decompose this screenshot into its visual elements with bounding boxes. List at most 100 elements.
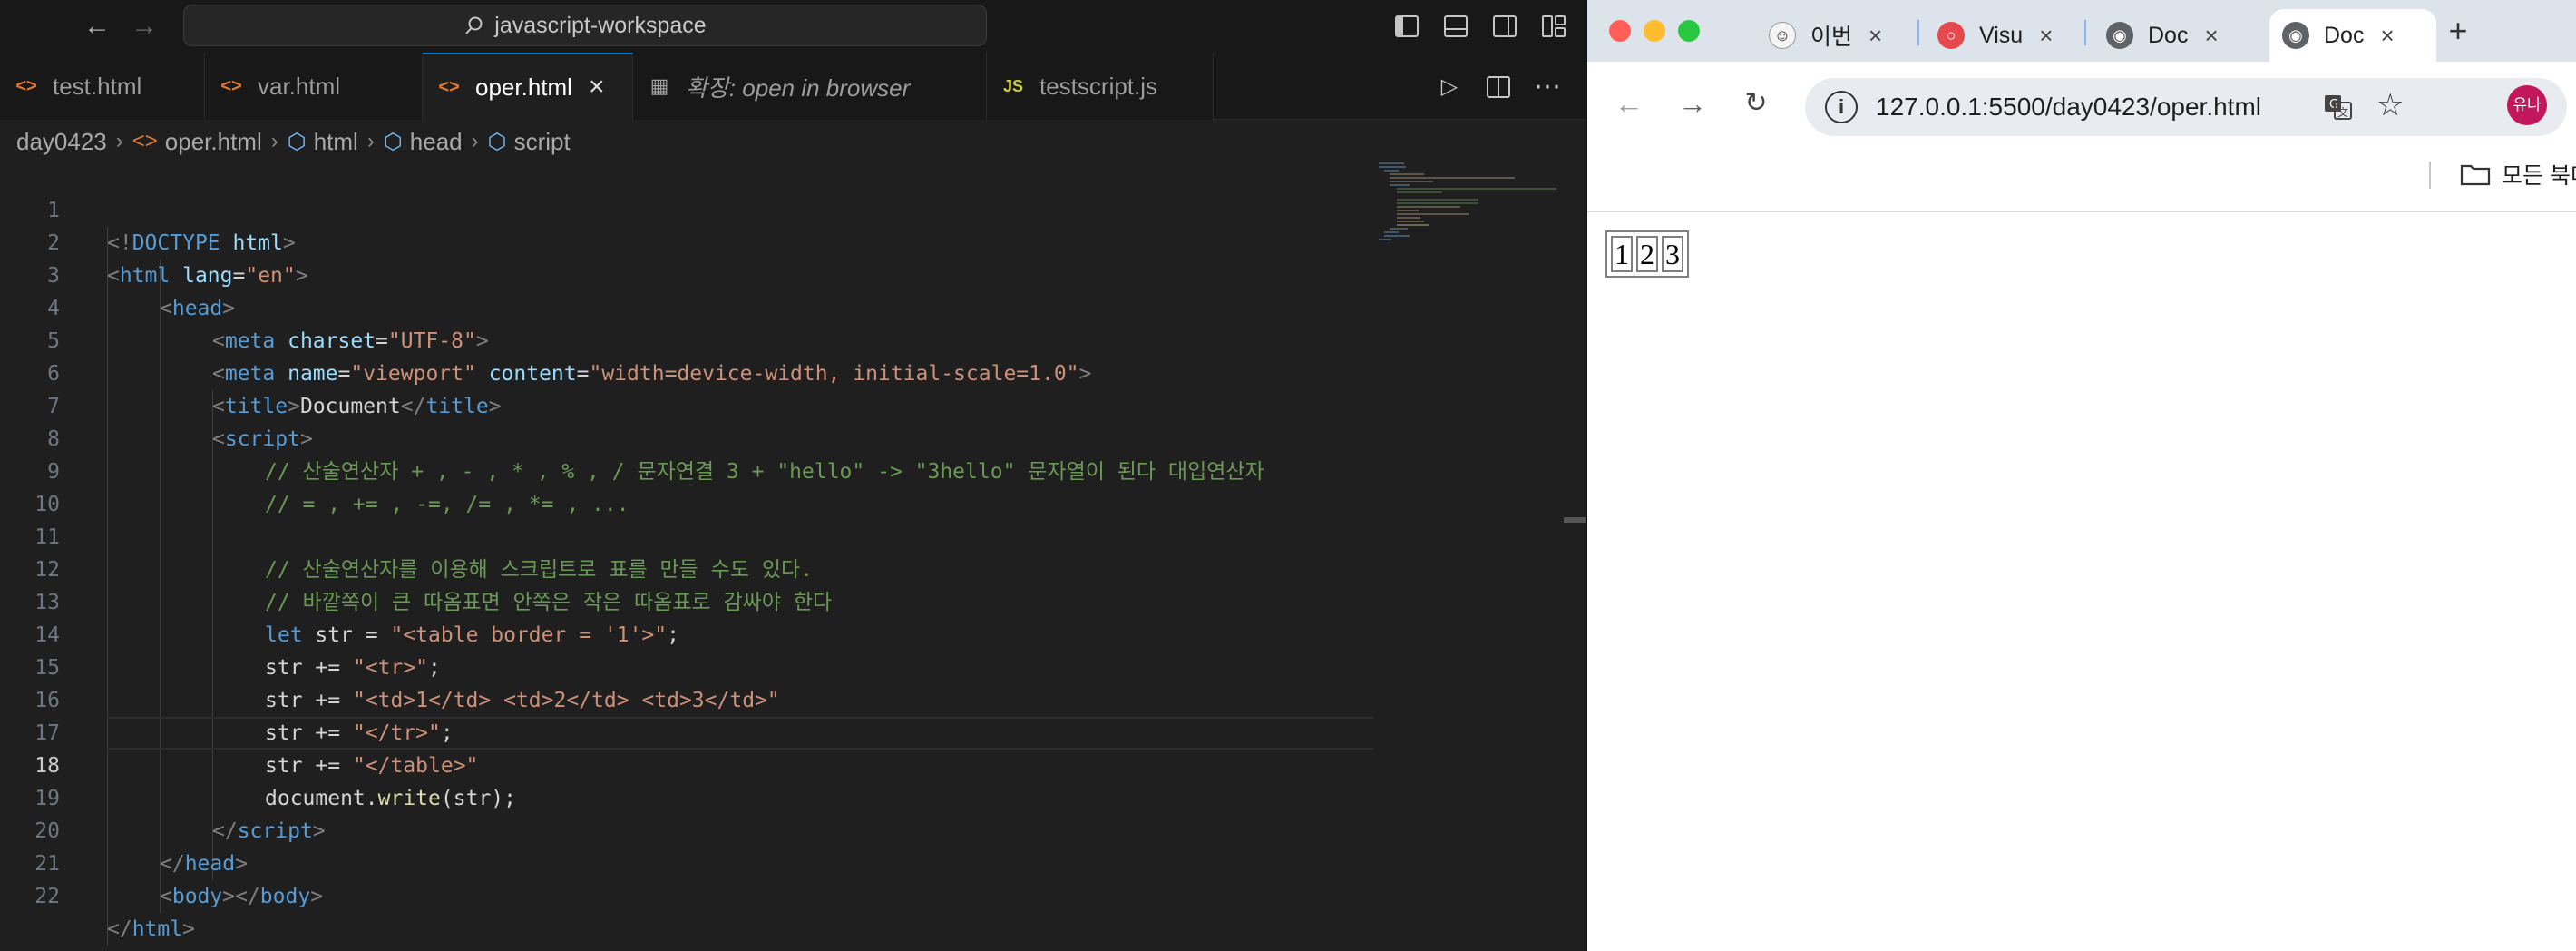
ghost-favicon-icon: ☺: [1769, 22, 1796, 49]
chevron-right-icon: ›: [366, 129, 375, 153]
search-icon: [465, 16, 483, 34]
profile-avatar[interactable]: 유나: [2507, 85, 2547, 125]
folder-icon: [2460, 164, 2491, 186]
browser-tab-label: Doc: [2148, 22, 2189, 48]
globe-icon: ◉: [2282, 22, 2309, 49]
command-center-label: javascript-workspace: [494, 12, 707, 38]
code-line: 10: [0, 456, 1379, 516]
browser-window: ☺ 이번 × ○ Visu × ◉ Doc × ◉ Doc × + ← → ↻ …: [1587, 0, 2576, 951]
browser-tab-label: Doc: [2324, 22, 2365, 48]
zoom-window-button[interactable]: [1678, 20, 1700, 42]
editor-tab-bar: <> test.html <> var.html <> oper.html × …: [0, 53, 1586, 120]
breadcrumb-file[interactable]: <> oper.html: [132, 128, 262, 156]
code-line: 1 <!DOCTYPE html>: [0, 162, 1379, 255]
bookmarks-divider: [2429, 162, 2431, 189]
rendered-table: 1 2 3: [1605, 230, 1689, 278]
browser-tab-strip: ☺ 이번 × ○ Visu × ◉ Doc × ◉ Doc × +: [1587, 0, 2576, 62]
tab-label: testscript.js: [1039, 72, 1158, 100]
command-center-search[interactable]: javascript-workspace: [183, 5, 987, 46]
tab-testscript-js[interactable]: JS testscript.js: [987, 53, 1214, 120]
close-window-button[interactable]: [1609, 20, 1631, 42]
tab-extension-open-in-browser[interactable]: ▦ 확장: open in browser: [633, 53, 987, 120]
code-line: 8 // 산술연산자 + , - , * , % , / 문자연결 3 + "h…: [0, 390, 1379, 484]
html-file-icon: <>: [132, 129, 158, 153]
tab-var-html[interactable]: <> var.html: [205, 53, 423, 120]
code-line: 16 str += "</tr>";: [0, 652, 1379, 745]
close-tab-icon[interactable]: ×: [589, 72, 605, 103]
scrollbar-marker[interactable]: [1564, 517, 1586, 523]
tab-divider: [2084, 20, 2086, 45]
site-info-icon[interactable]: i: [1825, 91, 1858, 123]
code-line: 3 <head>: [0, 227, 1379, 320]
all-bookmarks-folder[interactable]: 모든 북마: [2460, 158, 2576, 191]
page-content: 1 2 3: [1587, 214, 2576, 951]
vscode-window: ← → javascript-workspace <> test.html <>…: [0, 0, 1586, 951]
close-tab-icon[interactable]: ×: [1869, 22, 1882, 50]
tab-test-html[interactable]: <> test.html: [0, 53, 205, 120]
tab-label: var.html: [258, 72, 341, 100]
code-line: 21 <body></body>: [0, 815, 1379, 908]
browser-tab[interactable]: ○ Visu ×: [1937, 9, 2097, 62]
browser-tab[interactable]: ☺ 이번 ×: [1769, 9, 1928, 62]
toggle-panel-icon[interactable]: [1442, 13, 1469, 40]
code-line: 6 <title>Document</title>: [0, 325, 1379, 418]
code-line: 20 </head>: [0, 782, 1379, 876]
breadcrumb: day0423 › <> oper.html › ⬡ html › ⬡ head › …: [0, 122, 1586, 162]
code-line: 5 <meta name="viewport" content="width=d…: [0, 292, 1379, 386]
more-actions-icon[interactable]: ⋯: [1531, 71, 1564, 103]
run-icon[interactable]: ▷: [1433, 71, 1466, 103]
table-row: 1 2 3: [1611, 236, 1683, 272]
address-bar[interactable]: i 127.0.0.1:5500/day0423/oper.html G文 ☆: [1805, 78, 2567, 136]
chevron-right-icon: ›: [471, 129, 479, 153]
bookmark-star-icon[interactable]: ☆: [2376, 87, 2404, 123]
back-arrow-icon[interactable]: ←: [82, 11, 112, 42]
js-file-icon: JS: [1002, 76, 1024, 95]
code-line: 12 // 바깥쪽이 큰 따옴표면 안쪽은 작은 따옴표로 감싸야 한다: [0, 521, 1379, 614]
close-tab-icon[interactable]: ×: [2204, 22, 2218, 50]
toggle-primary-sidebar-icon[interactable]: [1393, 13, 1420, 40]
code-editor[interactable]: 1 <!DOCTYPE html> 2 <html lang="en"> 3 <…: [0, 162, 1586, 951]
browser-tab-active[interactable]: ◉ Doc ×: [2269, 9, 2436, 62]
new-tab-button[interactable]: +: [2440, 13, 2476, 49]
close-tab-icon[interactable]: ×: [2039, 22, 2053, 50]
globe-icon: ◉: [2106, 22, 2133, 49]
tab-label: test.html: [53, 72, 142, 100]
code-line: 13 let str = "<table border = '1'>";: [0, 554, 1379, 647]
code-line: 9 // = , += , -=, /= , *= , ...: [0, 423, 1379, 516]
breadcrumb-folder[interactable]: day0423: [16, 128, 107, 156]
split-editor-icon[interactable]: [1482, 71, 1515, 103]
breadcrumb-html[interactable]: ⬡ html: [288, 128, 358, 156]
tab-label: 확장: open in browser: [686, 74, 911, 102]
browser-tab[interactable]: ◉ Doc ×: [2106, 9, 2266, 62]
forward-arrow-icon[interactable]: →: [129, 11, 160, 42]
browser-tab-label: 이번: [1810, 25, 1853, 50]
reload-icon[interactable]: ↻: [1738, 85, 1774, 122]
back-icon[interactable]: ←: [1611, 85, 1647, 122]
code-line: 2 <html lang="en">: [0, 194, 1379, 288]
code-line: 22 </html>: [0, 848, 1379, 941]
browser-tab-label: Visu: [1979, 22, 2024, 48]
html-file-icon: <>: [15, 75, 37, 96]
breadcrumb-script[interactable]: ⬡ script: [488, 128, 571, 156]
tab-label: oper.html: [475, 73, 572, 101]
title-bar: ← → javascript-workspace: [0, 0, 1586, 53]
html-file-icon: <>: [438, 76, 460, 97]
forward-icon[interactable]: →: [1674, 85, 1711, 122]
toggle-secondary-sidebar-icon[interactable]: [1491, 13, 1518, 40]
code-line: 19 </script>: [0, 750, 1379, 843]
minimap[interactable]: [1379, 162, 1560, 270]
customize-layout-icon[interactable]: [1540, 13, 1567, 40]
bookmarks-bar: [1587, 156, 2576, 212]
table-cell: 2: [1636, 236, 1658, 272]
tab-oper-html[interactable]: <> oper.html ×: [423, 53, 633, 120]
code-line: 14 str += "<tr>";: [0, 586, 1379, 680]
close-tab-icon[interactable]: ×: [2380, 22, 2394, 50]
code-line: 7 <script>: [0, 358, 1379, 451]
code-line: 17 str += "</table>": [0, 684, 1379, 778]
breadcrumb-head[interactable]: ⬡ head: [384, 128, 463, 156]
svg-text:文: 文: [2337, 105, 2348, 119]
translate-icon[interactable]: G文: [2322, 91, 2355, 123]
minimize-window-button[interactable]: [1644, 20, 1665, 42]
symbol-element-icon: ⬡: [287, 129, 307, 154]
chevron-right-icon: ›: [115, 129, 123, 153]
